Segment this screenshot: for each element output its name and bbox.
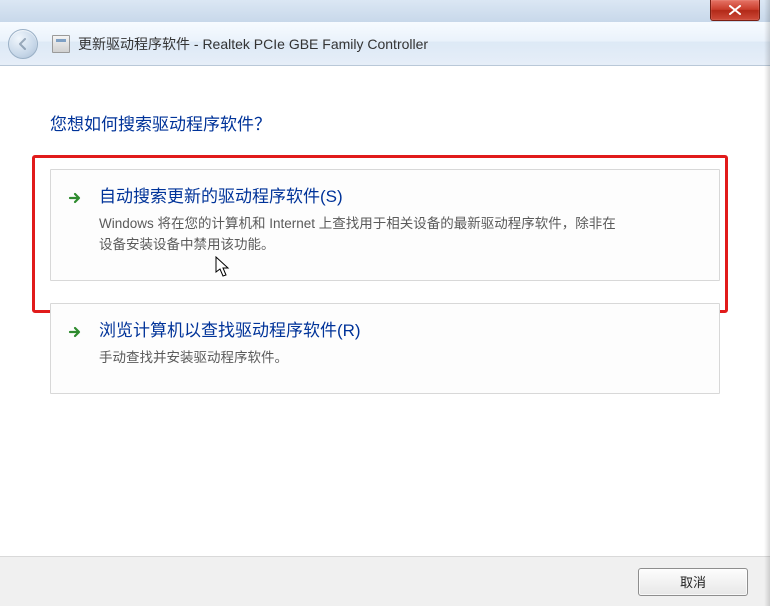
option-auto-title: 自动搜索更新的驱动程序软件(S) [99, 186, 697, 208]
footer: 取消 [0, 556, 770, 606]
option-browse-desc: 手动查找并安装驱动程序软件。 [99, 348, 629, 369]
back-arrow-icon [16, 37, 30, 51]
titlebar [0, 0, 770, 22]
arrow-right-icon [67, 190, 83, 206]
content-area: 您想如何搜索驱动程序软件？ 自动搜索更新的驱动程序软件(S) Windows 将… [0, 66, 770, 556]
nav-bar: 更新驱动程序软件 - Realtek PCIe GBE Family Contr… [0, 22, 770, 66]
arrow-right-icon [67, 324, 83, 340]
option-auto-desc: Windows 将在您的计算机和 Internet 上查找用于相关设备的最新驱动… [99, 214, 629, 256]
back-button[interactable] [8, 29, 38, 59]
option-browse-title: 浏览计算机以查找驱动程序软件(R) [99, 320, 697, 342]
title-area: 更新驱动程序软件 - Realtek PCIe GBE Family Contr… [52, 34, 428, 54]
option-auto-wrap: 自动搜索更新的驱动程序软件(S) Windows 将在您的计算机和 Intern… [50, 169, 720, 281]
device-icon [52, 35, 70, 53]
dialog-window: 更新驱动程序软件 - Realtek PCIe GBE Family Contr… [0, 0, 770, 606]
option-auto-search[interactable]: 自动搜索更新的驱动程序软件(S) Windows 将在您的计算机和 Intern… [50, 169, 720, 281]
page-heading: 您想如何搜索驱动程序软件？ [50, 110, 720, 135]
close-button[interactable] [710, 0, 760, 21]
option-browse[interactable]: 浏览计算机以查找驱动程序软件(R) 手动查找并安装驱动程序软件。 [50, 303, 720, 394]
cancel-button[interactable]: 取消 [638, 568, 748, 596]
option-browse-wrap: 浏览计算机以查找驱动程序软件(R) 手动查找并安装驱动程序软件。 [50, 303, 720, 394]
window-title: 更新驱动程序软件 - Realtek PCIe GBE Family Contr… [78, 34, 428, 54]
cancel-button-label: 取消 [680, 572, 706, 591]
close-icon [729, 5, 741, 15]
